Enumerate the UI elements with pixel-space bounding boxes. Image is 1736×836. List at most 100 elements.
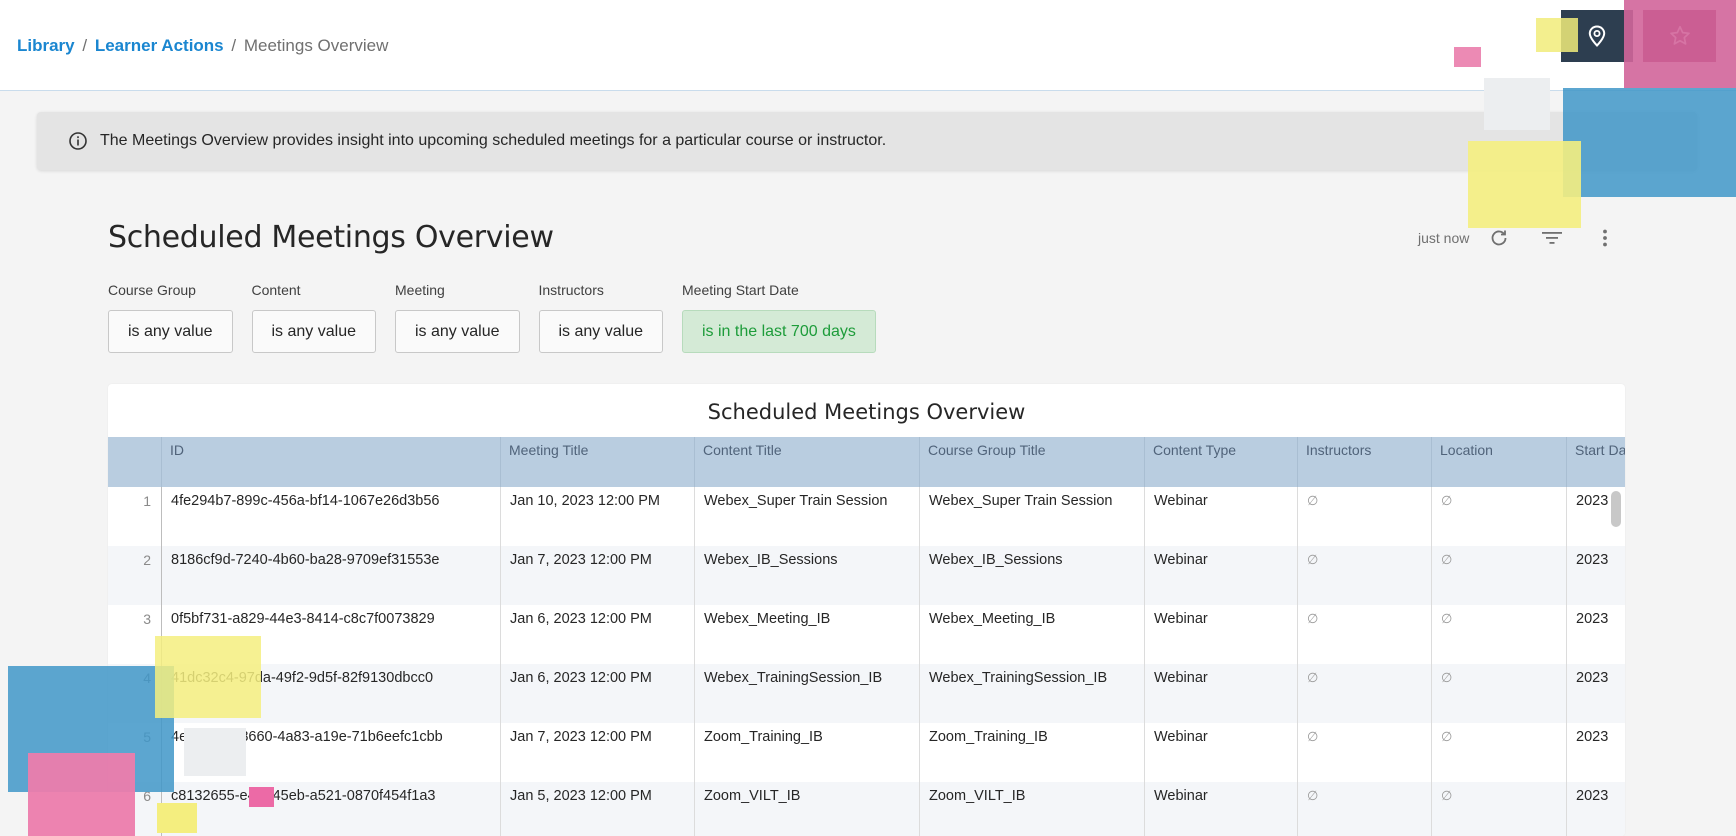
decorative-patch xyxy=(184,728,246,776)
filter-course-group-value[interactable]: is any value xyxy=(108,310,233,353)
course-group-title-column-header[interactable]: Course Group Title xyxy=(919,437,1144,487)
meeting-title-cell[interactable]: Jan 7, 2023 12:00 PM xyxy=(500,546,694,605)
filter-label: Meeting Start Date xyxy=(682,282,799,298)
dashboard-tools: just now xyxy=(1418,226,1617,250)
filter-instructors: Instructors is any value xyxy=(538,282,663,353)
breadcrumb-library-link[interactable]: Library xyxy=(17,36,75,55)
top-bar: Library / Learner Actions / Meetings Ove… xyxy=(0,0,1736,91)
decorative-patch xyxy=(28,753,135,836)
more-vertical-icon[interactable] xyxy=(1593,226,1617,250)
filter-label: Meeting xyxy=(395,282,445,298)
content-title-cell[interactable]: Webex_Super Train Session xyxy=(694,487,919,546)
decorative-patch xyxy=(1563,88,1736,197)
filter-content: Content is any value xyxy=(251,282,376,353)
id-cell[interactable]: 4fe294b7-899c-456a-bf14-1067e26d3b56 xyxy=(161,487,500,546)
content-type-cell[interactable]: Webinar xyxy=(1144,605,1297,664)
instructors-column-header[interactable]: Instructors xyxy=(1297,437,1431,487)
filter-course-group: Course Group is any value xyxy=(108,282,233,353)
location-cell[interactable]: ∅ xyxy=(1431,664,1566,723)
decorative-patch xyxy=(1454,47,1481,67)
refresh-icon[interactable] xyxy=(1487,226,1511,250)
location-cell[interactable]: ∅ xyxy=(1431,487,1566,546)
start-date-cell[interactable]: 2023 xyxy=(1566,782,1625,836)
start-date-column-header[interactable]: Start Da xyxy=(1566,437,1625,487)
table-row: 3 0f5bf731-a829-44e3-8414-c8c7f0073829 Jan… xyxy=(108,605,1625,664)
instructors-cell[interactable]: ∅ xyxy=(1297,546,1431,605)
instructors-cell[interactable]: ∅ xyxy=(1297,605,1431,664)
info-circle-icon xyxy=(68,131,88,151)
instructors-cell[interactable]: ∅ xyxy=(1297,782,1431,836)
breadcrumb-separator: / xyxy=(82,36,88,55)
start-date-cell[interactable]: 2023 xyxy=(1566,605,1625,664)
filter-instructors-value[interactable]: is any value xyxy=(538,310,663,353)
table-row: 54e7a8d84-8660-4a83-a19e-71b6eefc1cbbJan… xyxy=(108,723,1625,782)
id-cell[interactable]: 8186cf9d-7240-4b60-ba28-9709ef31553e xyxy=(161,546,500,605)
content-title-cell[interactable]: Webex_IB_Sessions xyxy=(694,546,919,605)
content-title-cell[interactable]: Webex_TrainingSession_IB xyxy=(694,664,919,723)
filter-meeting: Meeting is any value xyxy=(395,282,520,353)
instructors-cell[interactable]: ∅ xyxy=(1297,723,1431,782)
course-group-title-cell[interactable]: Zoom_Training_IB xyxy=(919,723,1144,782)
filter-meeting-start-date: Meeting Start Date is in the last 700 da… xyxy=(682,282,876,353)
meeting-title-cell[interactable]: Jan 6, 2023 12:00 PM xyxy=(500,664,694,723)
start-date-cell[interactable]: 2023 xyxy=(1566,723,1625,782)
course-group-title-cell[interactable]: Webex_TrainingSession_IB xyxy=(919,664,1144,723)
decorative-patch xyxy=(1536,18,1578,52)
decorative-patch xyxy=(1468,141,1581,228)
table-scrollbar[interactable] xyxy=(1611,491,1621,527)
meeting-title-cell[interactable]: Jan 6, 2023 12:00 PM xyxy=(500,605,694,664)
breadcrumb: Library / Learner Actions / Meetings Ove… xyxy=(17,36,388,56)
content-type-cell[interactable]: Webinar xyxy=(1144,782,1297,836)
id-cell[interactable]: c8132655-e48f-45eb-a521-0870f454f1a3 xyxy=(161,782,500,836)
content-type-cell[interactable]: Webinar xyxy=(1144,723,1297,782)
course-group-title-cell[interactable]: Zoom_VILT_IB xyxy=(919,782,1144,836)
content-type-column-header[interactable]: Content Type xyxy=(1144,437,1297,487)
table-row: 2 8186cf9d-7240-4b60-ba28-9709ef31553e Jan… xyxy=(108,546,1625,605)
id-column-header[interactable]: ID xyxy=(161,437,500,487)
row-number-header[interactable] xyxy=(108,437,161,487)
location-column-header[interactable]: Location xyxy=(1431,437,1566,487)
content-type-cell[interactable]: Webinar xyxy=(1144,664,1297,723)
meeting-title-column-header[interactable]: Meeting Title xyxy=(500,437,694,487)
filter-meeting-value[interactable]: is any value xyxy=(395,310,520,353)
meetings-table-card: Scheduled Meetings Overview ID Meeting Ti… xyxy=(108,384,1625,836)
instructors-cell[interactable]: ∅ xyxy=(1297,664,1431,723)
location-pin-icon xyxy=(1588,25,1606,47)
meeting-title-cell[interactable]: Jan 5, 2023 12:00 PM xyxy=(500,782,694,836)
start-date-cell[interactable]: 2023 xyxy=(1566,664,1625,723)
meeting-title-cell[interactable]: Jan 10, 2023 12:00 PM xyxy=(500,487,694,546)
course-group-title-cell[interactable]: Webex_IB_Sessions xyxy=(919,546,1144,605)
location-cell[interactable]: ∅ xyxy=(1431,605,1566,664)
content-title-column-header[interactable]: Content Title xyxy=(694,437,919,487)
instructors-cell[interactable]: ∅ xyxy=(1297,487,1431,546)
location-cell[interactable]: ∅ xyxy=(1431,723,1566,782)
decorative-patch xyxy=(1624,0,1736,88)
content-type-cell[interactable]: Webinar xyxy=(1144,487,1297,546)
table-header: ID Meeting Title Content Title Course Group… xyxy=(108,437,1625,487)
breadcrumb-current: Meetings Overview xyxy=(243,36,389,55)
location-cell[interactable]: ∅ xyxy=(1431,782,1566,836)
content-title-cell[interactable]: Webex_Meeting_IB xyxy=(694,605,919,664)
row-number-cell: 1 xyxy=(143,493,151,509)
meeting-title-cell[interactable]: Jan 7, 2023 12:00 PM xyxy=(500,723,694,782)
filter-meeting-start-date-value[interactable]: is in the last 700 days xyxy=(682,310,876,353)
decorative-patch xyxy=(249,787,274,807)
last-updated-text: just now xyxy=(1418,230,1470,246)
content-title-cell[interactable]: Zoom_VILT_IB xyxy=(694,782,919,836)
filter-content-value[interactable]: is any value xyxy=(251,310,376,353)
course-group-title-cell[interactable]: Webex_Super Train Session xyxy=(919,487,1144,546)
table-row: 6 c8132655-e48f-45eb-a521-0870f454f1a3 Jan… xyxy=(108,782,1625,836)
decorative-patch xyxy=(157,803,197,833)
info-banner: The Meetings Overview provides insight i… xyxy=(37,112,1697,170)
table-title: Scheduled Meetings Overview xyxy=(707,400,1026,424)
breadcrumb-learner-actions-link[interactable]: Learner Actions xyxy=(95,36,224,55)
location-cell[interactable]: ∅ xyxy=(1431,546,1566,605)
table-row: 441dc32c4-97da-49f2-9d5f-82f9130dbcc0Jan… xyxy=(108,664,1625,723)
filter-icon[interactable] xyxy=(1540,226,1564,250)
content-type-cell[interactable]: Webinar xyxy=(1144,546,1297,605)
breadcrumb-separator: / xyxy=(231,36,237,55)
course-group-title-cell[interactable]: Webex_Meeting_IB xyxy=(919,605,1144,664)
content-title-cell[interactable]: Zoom_Training_IB xyxy=(694,723,919,782)
start-date-cell[interactable]: 2023 xyxy=(1566,546,1625,605)
dashboard-title: Scheduled Meetings Overview xyxy=(108,220,554,255)
